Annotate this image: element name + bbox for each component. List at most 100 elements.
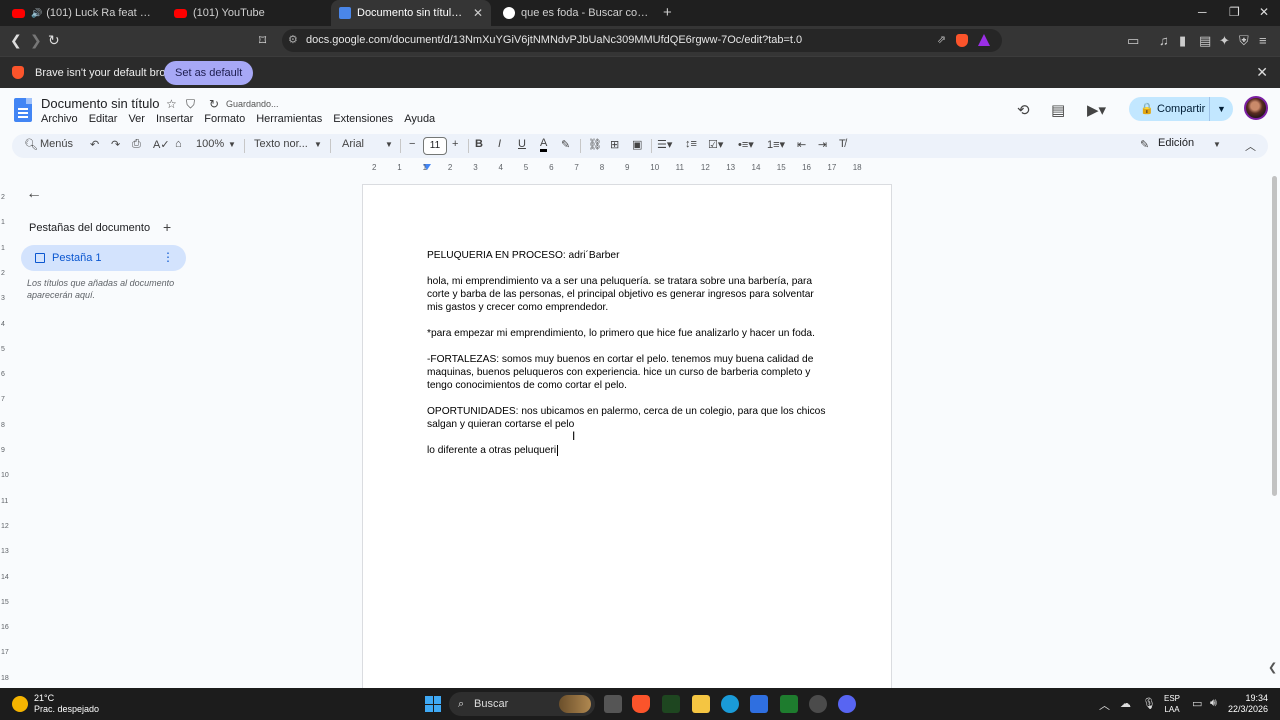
font-select[interactable]: Arial: [342, 138, 364, 150]
url-field[interactable]: ⚙ docs.google.com/document/d/13NmXuYGiV6…: [282, 29, 1002, 52]
increase-font-size-icon[interactable]: +: [452, 138, 458, 150]
add-tab-icon[interactable]: +: [163, 219, 171, 235]
print-icon[interactable]: ⎙: [132, 138, 141, 151]
share-icon[interactable]: ⇗: [937, 29, 946, 52]
tab-google-search[interactable]: que es foda - Buscar con Google: [495, 0, 660, 26]
scrollbar[interactable]: [1272, 176, 1277, 496]
align-icon[interactable]: ☰▾: [657, 138, 672, 151]
style-select[interactable]: Texto nor...: [254, 138, 308, 150]
bulleted-list-icon[interactable]: •≡▾: [738, 138, 754, 151]
bold-icon[interactable]: B: [475, 138, 483, 150]
move-folder-icon[interactable]: ⛉: [186, 97, 195, 112]
menu-editar[interactable]: Editar: [89, 113, 118, 125]
link-icon[interactable]: ⛓: [588, 138, 602, 151]
sidebar-item-pestana-1[interactable]: Pestaña 1 ⋮: [21, 245, 186, 271]
microsoft-store-icon[interactable]: [750, 695, 768, 713]
decrease-indent-icon[interactable]: ⇤: [797, 138, 806, 151]
set-default-button[interactable]: Set as default: [164, 61, 254, 85]
tab-docs[interactable]: Documento sin título - Documen ✕: [331, 0, 491, 26]
menu-herramientas[interactable]: Herramientas: [256, 113, 322, 125]
chevron-down-icon[interactable]: ▼: [1209, 97, 1233, 121]
media-icon[interactable]: ♫: [1159, 33, 1169, 48]
horizontal-ruler[interactable]: 2 1 1 2 3 4 5 6 7 8 9 10 11 12 13 14 15 16 17 18: [362, 160, 892, 176]
leo-icon[interactable]: ✦: [1219, 33, 1230, 49]
share-button[interactable]: 🔒 Compartir ▼: [1129, 97, 1233, 121]
bookmark-icon[interactable]: ⌑: [259, 32, 266, 49]
close-tab-icon[interactable]: ✕: [473, 6, 483, 20]
google-docs-logo-icon[interactable]: [14, 98, 32, 122]
menu-archivo[interactable]: Archivo: [41, 113, 78, 125]
menu-ver[interactable]: Ver: [128, 113, 145, 125]
menu-ayuda[interactable]: Ayuda: [404, 113, 435, 125]
add-comment-icon[interactable]: ⊞: [610, 138, 619, 151]
insert-image-icon[interactable]: ▣: [632, 138, 642, 151]
brave-shields-icon[interactable]: [956, 34, 968, 47]
forward-icon[interactable]: ❯: [30, 32, 42, 49]
more-options-icon[interactable]: ⋮: [162, 250, 174, 264]
reader-icon[interactable]: ▮: [1179, 33, 1186, 49]
close-window-icon[interactable]: ✕: [1259, 5, 1269, 19]
maximize-icon[interactable]: ❐: [1229, 5, 1240, 19]
zoom-select[interactable]: 100%: [196, 138, 224, 150]
star-icon[interactable]: ☆: [166, 97, 177, 111]
weather-widget[interactable]: 21°C Prac. despejado: [34, 693, 99, 715]
menus-search[interactable]: Menús: [40, 138, 73, 150]
show-hidden-icons-icon[interactable]: ︿: [1099, 697, 1110, 713]
document-title[interactable]: Documento sin título: [41, 96, 160, 111]
redo-icon[interactable]: ↷: [111, 138, 120, 151]
tab-youtube[interactable]: (101) YouTube: [166, 0, 326, 26]
tab-luck-ra[interactable]: 🔊 (101) Luck Ra feat Ezequiel Llano: [4, 0, 164, 26]
volume-icon[interactable]: 🔊︎: [1210, 697, 1217, 710]
menu-insertar[interactable]: Insertar: [156, 113, 193, 125]
menu-formato[interactable]: Formato: [204, 113, 245, 125]
numbered-list-icon[interactable]: 1≡▾: [767, 138, 785, 151]
chevron-left-icon[interactable]: ❮: [1268, 661, 1277, 674]
task-view-icon[interactable]: [604, 695, 622, 713]
terminal-icon[interactable]: [662, 695, 680, 713]
taskbar-search[interactable]: ⌕ Buscar: [449, 692, 595, 716]
menu-icon[interactable]: ≡: [1259, 33, 1267, 48]
avatar[interactable]: [1244, 96, 1268, 120]
discord-icon[interactable]: [838, 695, 856, 713]
clock[interactable]: 19:34 22/3/2026: [1228, 693, 1268, 715]
editing-mode-select[interactable]: Edición: [1158, 137, 1194, 149]
checklist-icon[interactable]: ☑▾: [708, 138, 723, 151]
text-color-icon[interactable]: A: [540, 138, 548, 152]
increase-indent-icon[interactable]: ⇥: [818, 138, 827, 151]
cloud-icon[interactable]: ☁: [1120, 697, 1131, 710]
paint-format-icon[interactable]: ⌂: [175, 138, 182, 150]
site-info-icon[interactable]: ⚙: [288, 29, 298, 52]
start-button[interactable]: [425, 696, 441, 712]
decrease-font-size-icon[interactable]: −: [409, 138, 415, 150]
file-explorer-icon[interactable]: [692, 695, 710, 713]
sidebar-icon[interactable]: ▭: [1127, 33, 1139, 49]
steam-icon[interactable]: [809, 695, 827, 713]
font-size-input[interactable]: 11: [423, 137, 447, 155]
network-icon[interactable]: ▭: [1192, 697, 1202, 710]
back-arrow-icon[interactable]: ←: [26, 185, 42, 203]
line-spacing-icon[interactable]: ↕≡: [685, 138, 697, 150]
brave-rewards-icon[interactable]: [978, 34, 990, 46]
document-page[interactable]: PELUQUERIA EN PROCESO: adri´Barber hola,…: [362, 184, 892, 704]
keyboard-language[interactable]: ESP LAA: [1164, 693, 1180, 715]
weather-icon[interactable]: [12, 696, 28, 712]
minimize-icon[interactable]: ─: [1198, 5, 1207, 19]
edge-icon[interactable]: [721, 695, 739, 713]
undo-icon[interactable]: ↶: [90, 138, 99, 151]
back-icon[interactable]: ❮: [10, 32, 22, 49]
menu-extensiones[interactable]: Extensiones: [333, 113, 393, 125]
italic-icon[interactable]: I: [498, 138, 501, 150]
history-icon[interactable]: ⟲: [1017, 101, 1030, 119]
underline-icon[interactable]: U: [518, 138, 526, 150]
search-icon[interactable]: 🔍︎: [24, 138, 38, 151]
brave-browser-icon[interactable]: [632, 695, 650, 713]
spellcheck-icon[interactable]: A✓: [153, 138, 170, 151]
document-body[interactable]: PELUQUERIA EN PROCESO: adri´Barber hola,…: [427, 249, 827, 470]
xbox-icon[interactable]: [780, 695, 798, 713]
meet-icon[interactable]: ▶▾: [1087, 101, 1106, 119]
wallet-icon[interactable]: ▤: [1199, 33, 1211, 49]
microphone-icon[interactable]: 🎙︎: [1142, 697, 1156, 710]
clear-formatting-icon[interactable]: T̸: [839, 138, 846, 150]
collapse-toolbar-icon[interactable]: ︿: [1245, 138, 1256, 154]
vpn-icon[interactable]: ⛨: [1239, 33, 1249, 49]
